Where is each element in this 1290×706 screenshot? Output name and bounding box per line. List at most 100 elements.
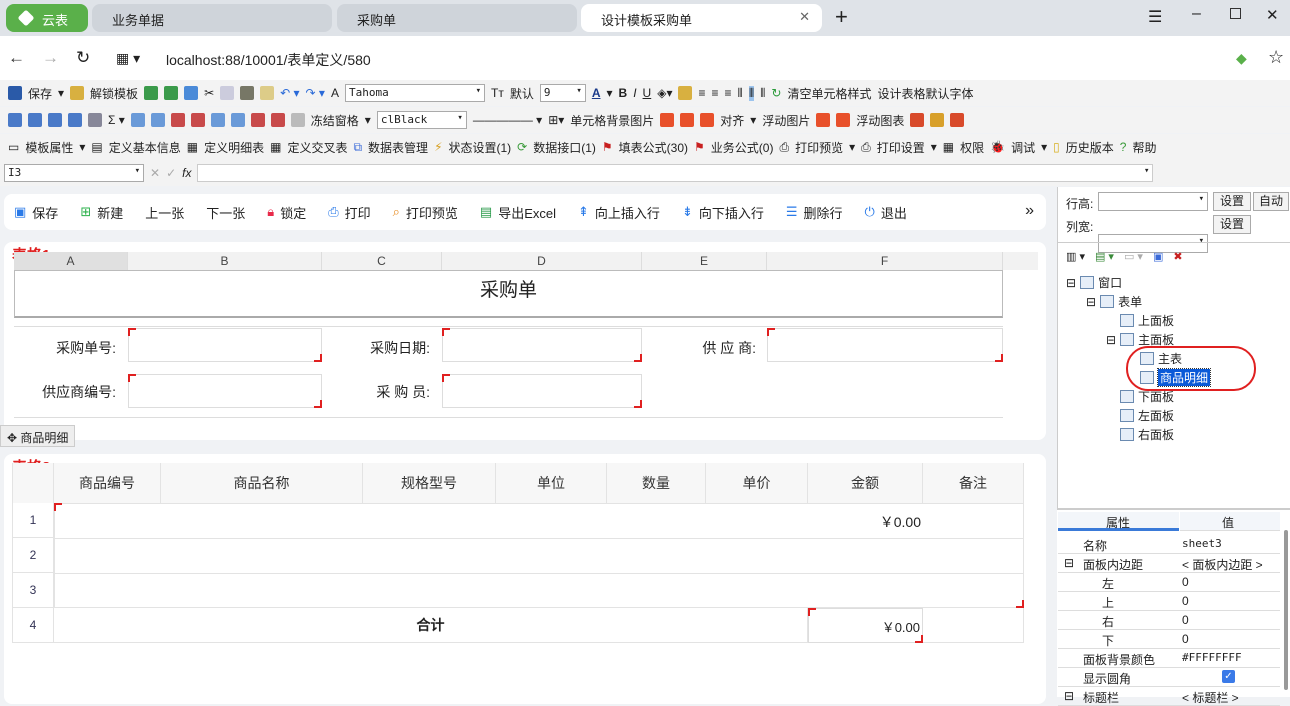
table-style-2-icon[interactable] bbox=[28, 113, 42, 127]
import-excel-icon[interactable] bbox=[144, 86, 159, 100]
save-button[interactable]: 保存 bbox=[28, 85, 52, 102]
float-image-button[interactable]: 浮动图片 bbox=[762, 112, 810, 129]
layout-icon[interactable]: ▭ ▾ bbox=[1124, 250, 1143, 263]
delete-row-icon[interactable] bbox=[170, 113, 185, 127]
add-float-image-icon[interactable] bbox=[816, 113, 831, 127]
bold-icon[interactable]: B bbox=[619, 86, 628, 100]
delete-rows-icon[interactable] bbox=[190, 113, 205, 127]
remove-float-image-icon[interactable] bbox=[836, 113, 851, 127]
font-color-icon[interactable]: A bbox=[592, 86, 601, 100]
tab-business-docs[interactable]: 业务单据 bbox=[92, 4, 332, 32]
supplier-field[interactable] bbox=[767, 328, 1003, 362]
new-action[interactable]: ⊞ 新建 bbox=[80, 203, 123, 222]
define-detail-table-button[interactable]: 定义明细表 bbox=[204, 139, 264, 156]
column-header-f[interactable]: F bbox=[767, 252, 1003, 270]
font-size-select[interactable]: 9 bbox=[539, 84, 586, 102]
amount-cell[interactable]: ￥0.00 bbox=[808, 503, 923, 538]
default-table-font-button[interactable]: 设计表格默认字体 bbox=[877, 85, 973, 102]
cell-background-image-button[interactable]: 单元格背景图片 bbox=[570, 112, 654, 129]
help-button[interactable]: 帮助 bbox=[1132, 139, 1156, 156]
print-preview-menu[interactable]: 打印预览 bbox=[795, 139, 843, 156]
column-header-e[interactable]: E bbox=[642, 252, 767, 270]
prop-row-top[interactable]: 上0 bbox=[1058, 592, 1280, 611]
add-image-icon[interactable] bbox=[660, 113, 675, 127]
url-input[interactable]: localhost:88/10001/表单定义/580 bbox=[166, 50, 371, 70]
float-chart-button[interactable]: 浮动图表 bbox=[856, 112, 904, 129]
function-icon[interactable]: fx bbox=[182, 166, 191, 180]
header-spec[interactable]: 规格型号 bbox=[363, 463, 496, 503]
prop-value[interactable]: < 面板内边距 > bbox=[1182, 556, 1263, 573]
prop-row-left[interactable]: 左0 bbox=[1058, 573, 1280, 592]
total-amount-cell[interactable]: ￥0.00 bbox=[808, 608, 923, 643]
prop-value[interactable]: 0 bbox=[1182, 594, 1189, 608]
insert-row-below-action[interactable]: ⇟ 向下插入行 bbox=[682, 203, 764, 222]
purchase-no-field[interactable] bbox=[128, 328, 322, 362]
data-interface-button[interactable]: 数据接口(1) bbox=[533, 139, 596, 156]
line-style-select[interactable]: ————— ▾ bbox=[473, 113, 542, 127]
insert-row-above-action[interactable]: ⇞ 向上插入行 bbox=[578, 203, 660, 222]
purchaser-field[interactable] bbox=[442, 374, 642, 408]
form-title[interactable]: 采购单 bbox=[14, 270, 1003, 318]
valign-bottom-icon[interactable]: ⦀ bbox=[760, 86, 765, 101]
exit-design-icon[interactable] bbox=[184, 86, 199, 100]
next-action[interactable]: 下一张 bbox=[206, 203, 245, 222]
fill-color-icon[interactable]: ◈▾ bbox=[657, 86, 672, 100]
tree-node-right-panel[interactable]: 右面板 bbox=[1120, 426, 1174, 443]
debug-menu[interactable]: 调试 bbox=[1011, 139, 1035, 156]
export-excel-icon[interactable] bbox=[164, 86, 179, 100]
clear-cell-style-button[interactable]: 清空单元格样式 bbox=[787, 85, 871, 102]
minimize-icon[interactable]: – bbox=[1192, 5, 1201, 23]
prop-value[interactable]: #FFFFFFFF bbox=[1182, 651, 1242, 664]
header-product-name[interactable]: 商品名称 bbox=[161, 463, 363, 503]
data-table-management-button[interactable]: 数据表管理 bbox=[368, 139, 428, 156]
column-header-b[interactable]: B bbox=[128, 252, 322, 270]
column-header-c[interactable]: C bbox=[322, 252, 442, 270]
delete-row-action[interactable]: ☰ 删除行 bbox=[786, 203, 843, 222]
history-version-button[interactable]: 历史版本 bbox=[1066, 139, 1114, 156]
close-window-icon[interactable]: ✕ bbox=[1266, 6, 1279, 24]
merge-icon[interactable] bbox=[88, 113, 102, 127]
header-price[interactable]: 单价 bbox=[706, 463, 808, 503]
tree-node-top-panel[interactable]: 上面板 bbox=[1120, 312, 1174, 329]
align-center-icon[interactable]: ≡ bbox=[712, 86, 719, 100]
prop-value[interactable]: < 标题栏 > bbox=[1182, 689, 1239, 706]
edit-chart-icon[interactable] bbox=[930, 113, 945, 127]
exit-action[interactable]: ⏻ 退出 bbox=[865, 203, 907, 222]
forward-icon[interactable]: → bbox=[42, 48, 59, 68]
tree-node-window[interactable]: ⊟ 窗口 bbox=[1066, 274, 1122, 291]
cell-reference-select[interactable]: I3 bbox=[4, 164, 144, 182]
insert-row-icon[interactable] bbox=[130, 113, 145, 127]
purchase-date-field[interactable] bbox=[442, 328, 642, 362]
col-width-set-button[interactable]: 设置 bbox=[1213, 215, 1251, 234]
lock-cell-icon[interactable] bbox=[678, 86, 693, 100]
row-height-input[interactable] bbox=[1098, 192, 1208, 211]
copy-icon[interactable] bbox=[220, 86, 235, 100]
confirm-icon[interactable]: ✓ bbox=[166, 166, 176, 180]
add-col-icon[interactable] bbox=[230, 113, 245, 127]
supplier-code-field[interactable] bbox=[128, 374, 322, 408]
collapse-icon[interactable]: ⊟ bbox=[1064, 556, 1074, 570]
reload-icon[interactable]: ↻ bbox=[76, 48, 90, 68]
underline-icon[interactable]: U bbox=[643, 86, 652, 100]
status-settings-button[interactable]: 状态设置(1) bbox=[449, 139, 512, 156]
prev-action[interactable]: 上一张 bbox=[145, 203, 184, 222]
prop-row-right[interactable]: 右0 bbox=[1058, 611, 1280, 630]
site-info-icon[interactable]: ▦ ▾ bbox=[116, 50, 140, 67]
prop-value[interactable]: 0 bbox=[1182, 613, 1189, 627]
align-left-icon[interactable]: ≡ bbox=[698, 86, 705, 100]
tree-node-bottom-panel[interactable]: 下面板 bbox=[1120, 388, 1174, 405]
define-cross-table-button[interactable]: 定义交叉表 bbox=[287, 139, 347, 156]
print-preview-action[interactable]: ⌕ 打印预览 bbox=[393, 203, 458, 222]
add-panel-icon[interactable]: ▥ ▾ bbox=[1066, 250, 1085, 263]
valign-middle-icon[interactable]: ⦀ bbox=[748, 85, 755, 101]
redo-icon[interactable]: ↷ ▾ bbox=[306, 86, 325, 100]
template-properties-button[interactable]: 模板属性 bbox=[25, 139, 73, 156]
more-actions-button[interactable]: » bbox=[1025, 202, 1034, 220]
prop-row-name[interactable]: 名称 sheet3 bbox=[1058, 535, 1280, 554]
tab-yunbiao[interactable]: 云表 bbox=[6, 4, 88, 32]
print-action[interactable]: ⎙ 打印 bbox=[328, 203, 370, 222]
total-remark-cell[interactable] bbox=[923, 608, 1024, 643]
prop-value[interactable]: 0 bbox=[1182, 575, 1189, 589]
menu-icon[interactable]: ☰ bbox=[1148, 7, 1162, 27]
sum-icon[interactable]: Σ ▾ bbox=[108, 113, 125, 127]
